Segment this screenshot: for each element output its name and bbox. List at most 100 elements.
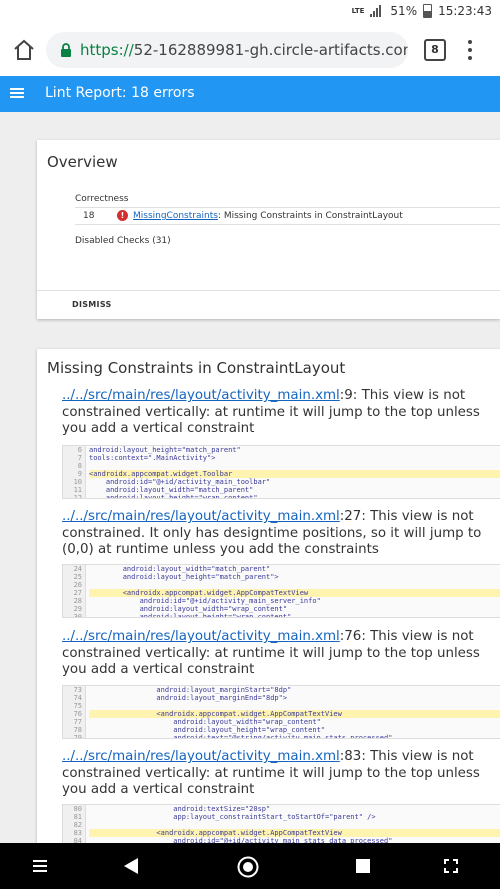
line-number: 78 bbox=[73, 726, 82, 734]
url-host: 52-162889981-gh.circle-artifacts.com/0/r… bbox=[133, 41, 408, 59]
issue-message: ../../src/main/res/layout/activity_main.… bbox=[62, 749, 500, 799]
battery-icon bbox=[423, 4, 433, 18]
status-bar: LTE 51% 15:23:43 bbox=[0, 0, 500, 24]
code-line: android:layout_width="match_parent" bbox=[89, 565, 271, 573]
file-link[interactable]: ../../src/main/res/layout/activity_main.… bbox=[62, 749, 340, 764]
code-line: android:layout_width="wrap_content" bbox=[89, 605, 288, 613]
url-text[interactable]: https://52-162889981-gh.circle-artifacts… bbox=[80, 41, 408, 59]
battery-percent: 51% bbox=[390, 4, 418, 18]
code-lines: android:layout_height="match_parent" tool… bbox=[89, 446, 500, 499]
code-snippet: 73 74 75 76 77 78 79 android:layout_marginStar… bbox=[62, 685, 500, 739]
line-number: 9 bbox=[77, 470, 82, 478]
line-number: 25 bbox=[73, 573, 82, 581]
line-number: 81 bbox=[73, 813, 82, 821]
line-numbers: 73 74 75 76 77 78 79 bbox=[63, 686, 86, 738]
code-line: android:layout_height="match_parent"> bbox=[89, 573, 279, 581]
disabled-checks-toggle[interactable]: Disabled Checks (31) bbox=[75, 236, 171, 246]
code-line: android:layout_height="wrap_content" bbox=[89, 613, 292, 618]
code-lines: android:layout_width="match_parent" andr… bbox=[89, 565, 500, 618]
code-line: <androidx.appcompat.widget.AppCompatText… bbox=[89, 589, 500, 597]
browser-toolbar: https://52-162889981-gh.circle-artifacts… bbox=[0, 24, 500, 76]
line-number: 24 bbox=[73, 565, 82, 573]
issue-count: 18 bbox=[83, 211, 95, 221]
line-number: 83 bbox=[73, 829, 82, 837]
line-number: 28 bbox=[73, 597, 82, 605]
code-snippet: 24 25 26 27 28 29 30 android:layout_width="mat… bbox=[62, 564, 500, 618]
issue-message: ../../src/main/res/layout/activity_main.… bbox=[62, 388, 500, 438]
code-line: android:id="@+id/activity_main_server_in… bbox=[89, 597, 321, 605]
issue-summary-row: 18 ! MissingConstraints: Missing Constra… bbox=[75, 207, 500, 225]
line-number: 76 bbox=[73, 710, 82, 718]
line-number: 75 bbox=[73, 702, 82, 710]
error-icon: ! bbox=[117, 210, 128, 221]
section-title: Missing Constraints in ConstraintLayout bbox=[47, 359, 346, 377]
category-label: Correctness bbox=[75, 194, 129, 204]
line-number: 10 bbox=[73, 478, 82, 486]
issue-description: : Missing Constraints in ConstraintLayou… bbox=[217, 211, 403, 221]
overview-title: Overview bbox=[47, 153, 118, 171]
code-line: app:layout_constraintStart_toStartOf="pa… bbox=[89, 813, 376, 821]
code-line: android:layout_height="wrap_content" bbox=[89, 726, 326, 734]
issue-summary-text: MissingConstraints: Missing Constraints … bbox=[133, 211, 403, 221]
home-button-icon[interactable] bbox=[237, 856, 259, 878]
issue-message: ../../src/main/res/layout/activity_main.… bbox=[62, 509, 500, 559]
code-lines: android:textSize="20sp" app:layout_const… bbox=[89, 805, 500, 845]
tab-switcher-button[interactable]: 8 bbox=[424, 39, 446, 61]
url-scheme: https:// bbox=[80, 41, 134, 59]
code-line: android:layout_width="wrap_content" bbox=[89, 718, 321, 726]
fullscreen-icon[interactable] bbox=[444, 859, 458, 873]
file-link[interactable]: ../../src/main/res/layout/activity_main.… bbox=[62, 509, 340, 524]
menu-icon[interactable] bbox=[33, 860, 47, 872]
divider bbox=[37, 290, 500, 291]
lock-icon bbox=[61, 43, 71, 57]
file-link[interactable]: ../../src/main/res/layout/activity_main.… bbox=[62, 629, 340, 644]
code-line: android:layout_marginEnd="8dp"> bbox=[89, 694, 288, 702]
line-number: 11 bbox=[73, 486, 82, 494]
file-link[interactable]: ../../src/main/res/layout/activity_main.… bbox=[62, 388, 340, 403]
dismiss-button[interactable]: DISMISS bbox=[72, 300, 112, 309]
back-icon[interactable] bbox=[122, 857, 140, 875]
line-number: 27 bbox=[73, 589, 82, 597]
missing-constraints-card: Missing Constraints in ConstraintLayout … bbox=[37, 349, 500, 858]
line-numbers: 24 25 26 27 28 29 30 bbox=[63, 565, 86, 617]
code-line: android:id="@+id/activity_main_toolbar" bbox=[89, 478, 271, 486]
signal-icon bbox=[370, 5, 384, 17]
code-line: android:layout_height="match_parent" bbox=[89, 446, 241, 454]
code-line: android:layout_width="match_parent" bbox=[89, 486, 254, 494]
line-number: 12 bbox=[73, 494, 82, 499]
line-number: 30 bbox=[73, 613, 82, 618]
code-line: <androidx.appcompat.widget.AppCompatText… bbox=[89, 710, 500, 718]
system-nav-bar bbox=[0, 843, 500, 889]
line-number: 26 bbox=[73, 581, 82, 589]
hamburger-menu-icon[interactable] bbox=[10, 88, 24, 98]
page-title: Lint Report: 18 errors bbox=[45, 85, 195, 101]
line-number: 77 bbox=[73, 718, 82, 726]
code-line: android:layout_marginStart="8dp" bbox=[89, 686, 292, 694]
line-number: 80 bbox=[73, 805, 82, 813]
overview-card: Overview Correctness 18 ! MissingConstra… bbox=[37, 140, 500, 319]
code-line: android:text="@string/activity_main_stat… bbox=[89, 734, 393, 739]
line-number: 73 bbox=[73, 686, 82, 694]
address-bar[interactable]: https://52-162889981-gh.circle-artifacts… bbox=[46, 32, 408, 68]
line-number: 6 bbox=[77, 446, 82, 454]
missing-constraints-link[interactable]: MissingConstraints bbox=[133, 211, 218, 221]
code-line: <androidx.appcompat.widget.Toolbar bbox=[89, 470, 500, 478]
recents-icon[interactable] bbox=[356, 859, 370, 873]
code-line: <androidx.appcompat.widget.AppCompatText… bbox=[89, 829, 500, 837]
home-icon[interactable] bbox=[12, 38, 36, 62]
line-number: 7 bbox=[77, 454, 82, 462]
overflow-menu-icon[interactable] bbox=[466, 38, 474, 62]
line-numbers: 6 7 8 9 10 11 12 bbox=[63, 446, 86, 498]
code-line: android:textSize="20sp" bbox=[89, 805, 271, 813]
network-type: LTE bbox=[351, 7, 365, 15]
code-line: android:layout_height="wrap_content" bbox=[89, 494, 258, 499]
line-number: 29 bbox=[73, 605, 82, 613]
line-number: 74 bbox=[73, 694, 82, 702]
code-lines: android:layout_marginStart="8dp" android… bbox=[89, 686, 500, 739]
app-bar: Lint Report: 18 errors bbox=[0, 76, 500, 112]
code-snippet: 6 7 8 9 10 11 12 android:layout_height="match_p… bbox=[62, 445, 500, 499]
